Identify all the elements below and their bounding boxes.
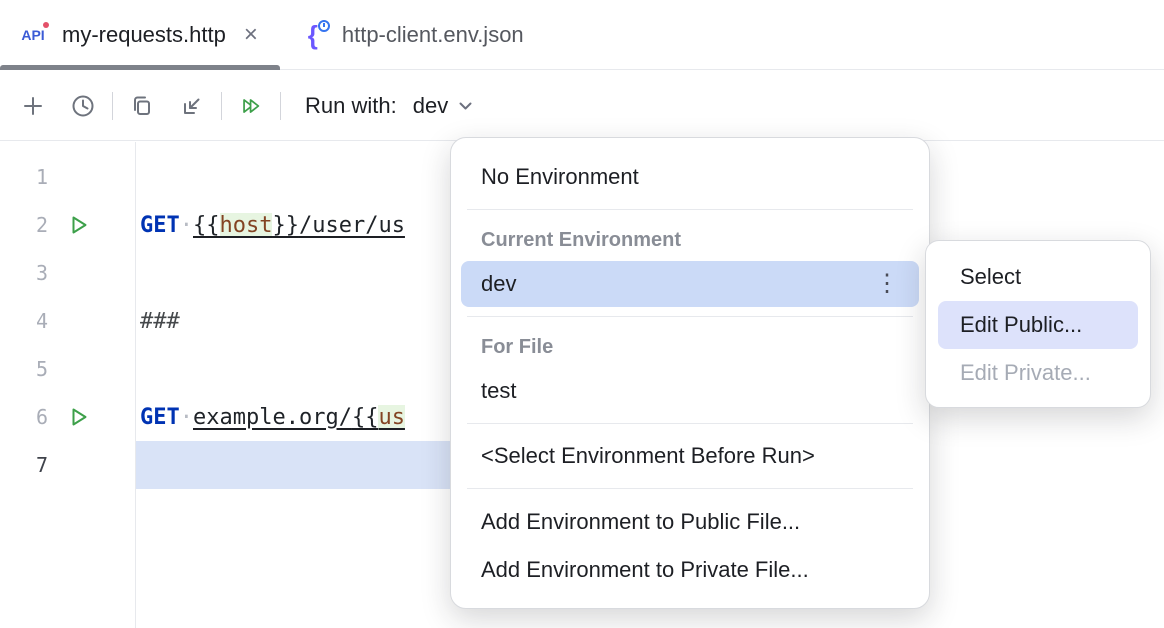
- clock-icon: [70, 93, 96, 119]
- line-number: 3: [0, 261, 48, 285]
- whitespace-dot: ·: [180, 213, 193, 238]
- run-all-icon: [238, 93, 264, 119]
- toolbar-separator: [112, 92, 113, 120]
- tab-my-requests-http[interactable]: API my-requests.http ×: [0, 0, 280, 69]
- run-with-label: Run with:: [305, 93, 397, 119]
- json-env-file-icon-brace: {: [308, 22, 318, 48]
- http-method: GET: [140, 213, 180, 238]
- menu-item-no-environment[interactable]: No Environment: [451, 154, 929, 200]
- request-separator: ###: [140, 309, 180, 334]
- kebab-menu-icon[interactable]: ⋮: [875, 272, 899, 296]
- section-header-current-environment: Current Environment: [451, 219, 929, 261]
- run-icon: [65, 404, 91, 430]
- section-header-for-file: For File: [451, 326, 929, 368]
- request-url: {{host}}/user/us: [193, 213, 405, 238]
- tab-http-client-env-json[interactable]: { http-client.env.json: [280, 0, 546, 69]
- code-line: ###: [140, 309, 180, 334]
- url-path: /user/us: [299, 213, 405, 238]
- chevron-down-icon: [458, 101, 473, 111]
- divider: [467, 209, 913, 210]
- menu-item-env-dev[interactable]: dev ⋮: [461, 261, 919, 307]
- line-number: 2: [0, 213, 48, 237]
- divider: [467, 488, 913, 489]
- plus-icon: [20, 93, 46, 119]
- code-line: GET·example.org/{{us: [140, 405, 405, 430]
- line-number: 4: [0, 309, 48, 333]
- env-variable: host: [220, 213, 273, 238]
- whitespace-dot: ·: [180, 405, 193, 430]
- copy-button[interactable]: [129, 93, 155, 119]
- http-client-toolbar: Run with: dev: [0, 71, 1164, 141]
- import-icon: [179, 93, 205, 119]
- divider: [467, 423, 913, 424]
- run-with-env-selector[interactable]: dev: [413, 93, 473, 119]
- submenu-item-select[interactable]: Select: [926, 253, 1150, 301]
- divider: [467, 316, 913, 317]
- line-number: 5: [0, 357, 48, 381]
- toolbar-separator: [221, 92, 222, 120]
- env-clock-badge-icon: [318, 20, 330, 32]
- submenu-item-edit-private: Edit Private...: [926, 349, 1150, 397]
- selected-environment-value: dev: [413, 93, 448, 119]
- menu-item-select-before-run[interactable]: <Select Environment Before Run>: [451, 433, 929, 479]
- menu-item-env-test[interactable]: test: [451, 368, 929, 414]
- brace: {{: [352, 405, 379, 430]
- menu-item-add-env-public[interactable]: Add Environment to Public File...: [451, 498, 929, 546]
- request-url: example.org/{{us: [193, 405, 405, 430]
- http-method: GET: [140, 405, 180, 430]
- line-number: 1: [0, 165, 48, 189]
- active-tab-underline: [0, 65, 280, 70]
- copy-icon: [129, 93, 155, 119]
- editor-tab-bar: API my-requests.http × { http-client.env…: [0, 0, 1164, 70]
- environment-popup: No Environment Current Environment dev ⋮…: [450, 137, 930, 609]
- run-all-requests-button[interactable]: [238, 93, 264, 119]
- history-button[interactable]: [70, 93, 96, 119]
- url-host: example.org/: [193, 405, 352, 430]
- code-line: GET·{{host}}/user/us: [140, 213, 405, 238]
- import-curl-button[interactable]: [179, 93, 205, 119]
- tab-label-my-requests: my-requests.http: [62, 22, 226, 48]
- run-request-button[interactable]: [64, 403, 92, 431]
- json-env-file-icon: {: [296, 20, 330, 50]
- toolbar-separator: [280, 92, 281, 120]
- menu-item-add-env-private[interactable]: Add Environment to Private File...: [451, 546, 929, 594]
- environment-context-submenu: Select Edit Public... Edit Private...: [925, 240, 1151, 408]
- submenu-item-edit-public[interactable]: Edit Public...: [938, 301, 1138, 349]
- brace: {{: [193, 213, 220, 238]
- http-file-icon: API: [16, 20, 50, 50]
- line-number: 7: [0, 453, 48, 477]
- http-file-icon-dot: [43, 22, 49, 28]
- add-request-button[interactable]: [20, 93, 46, 119]
- line-number: 6: [0, 405, 48, 429]
- close-tab-icon[interactable]: ×: [244, 23, 258, 47]
- env-dev-label: dev: [481, 271, 516, 297]
- run-icon: [65, 212, 91, 238]
- http-file-icon-text: API: [21, 27, 44, 43]
- brace: }}: [272, 213, 299, 238]
- env-variable: us: [378, 405, 405, 430]
- run-request-button[interactable]: [64, 211, 92, 239]
- tab-label-http-client-env: http-client.env.json: [342, 22, 524, 48]
